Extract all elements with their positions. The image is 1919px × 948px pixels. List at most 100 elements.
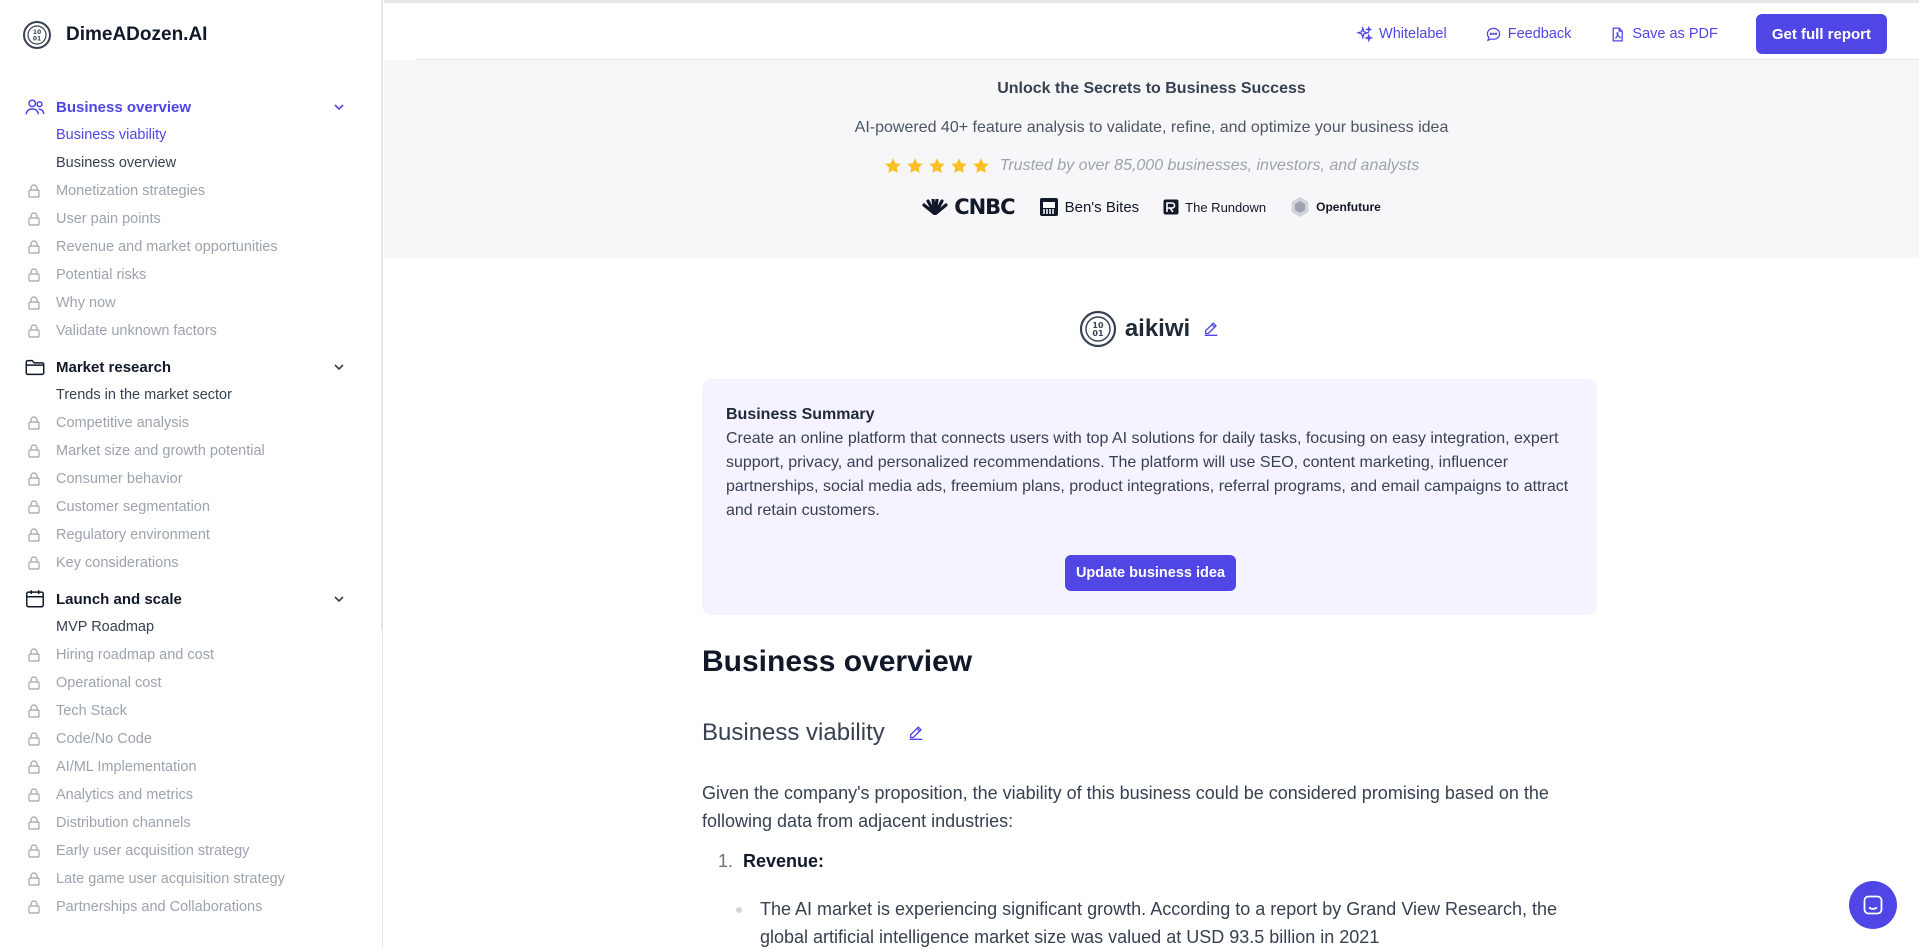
trust-line: Trusted by over 85,000 businesses, inves…: [384, 157, 1919, 175]
get-full-report-button[interactable]: Get full report: [1755, 14, 1887, 54]
sidebar-item-consumer-behavior[interactable]: Consumer behavior: [0, 465, 380, 493]
sparkles-icon: [1356, 25, 1374, 43]
section-title: Business viability: [702, 719, 885, 746]
cnbc-logo: CNBC: [922, 195, 1016, 219]
sidebar-item-label: Code/No Code: [56, 731, 152, 747]
sidebar-scrollbar[interactable]: [381, 0, 382, 630]
lock-icon: [28, 528, 40, 542]
chevron-down-icon[interactable]: [332, 592, 346, 606]
sidebar-item-user-pain-points[interactable]: User pain points: [0, 205, 380, 233]
project-header: 10 01 aikiwi: [702, 310, 1597, 348]
calendar-icon: [24, 588, 46, 610]
logo-label: Openfuture: [1316, 200, 1381, 214]
sidebar-group-label: Launch and scale: [56, 590, 182, 608]
lock-icon: [28, 872, 40, 886]
sidebar-item-competitive-analysis[interactable]: Competitive analysis: [0, 409, 380, 437]
sidebar-item-key-considerations[interactable]: Key considerations: [0, 549, 380, 577]
sidebar-item-label: MVP Roadmap: [56, 619, 155, 635]
top-bar: Whitelabel Feedback Save as PDF Get full…: [384, 0, 1919, 60]
sidebar-nav: Business overview Business viability Bus…: [0, 93, 380, 921]
users-icon: [24, 96, 46, 118]
sidebar-item-tech-stack[interactable]: Tech Stack: [0, 697, 380, 725]
chevron-down-icon[interactable]: [332, 360, 346, 374]
chat-icon: [1863, 895, 1883, 915]
sidebar-item-label: Distribution channels: [56, 815, 191, 831]
sidebar-item-early-user-acquisition[interactable]: Early user acquisition strategy: [0, 837, 380, 865]
sidebar-group-launch-and-scale[interactable]: Launch and scale: [0, 585, 380, 613]
brand[interactable]: 10 01 DimeADozen.AI: [22, 20, 207, 50]
chat-widget-button[interactable]: [1849, 881, 1897, 929]
brand-name: DimeADozen.AI: [66, 24, 208, 45]
sidebar-item-revenue-market-opportunities[interactable]: Revenue and market opportunities: [0, 233, 380, 261]
sidebar-item-validate-unknown-factors[interactable]: Validate unknown factors: [0, 317, 380, 345]
openfuture-icon: [1291, 197, 1309, 217]
sidebar-item-business-overview[interactable]: Business overview: [0, 149, 380, 177]
save-pdf-label: Save as PDF: [1632, 26, 1718, 42]
lock-icon: [28, 704, 40, 718]
lock-icon: [28, 416, 40, 430]
sidebar-item-label: Revenue and market opportunities: [56, 239, 278, 255]
feedback-label: Feedback: [1507, 26, 1572, 42]
sidebar-item-label: Business viability: [56, 127, 167, 143]
sidebar-item-customer-segmentation[interactable]: Customer segmentation: [0, 493, 380, 521]
lock-icon: [28, 184, 40, 198]
sidebar-group-market-research[interactable]: Market research: [0, 353, 380, 381]
whitelabel-button[interactable]: Whitelabel: [1356, 25, 1447, 43]
sidebar-item-analytics-metrics[interactable]: Analytics and metrics: [0, 781, 380, 809]
the-rundown-logo: The Rundown: [1163, 199, 1266, 215]
chevron-down-icon[interactable]: [332, 100, 346, 114]
sidebar-item-hiring-roadmap[interactable]: Hiring roadmap and cost: [0, 641, 380, 669]
sidebar-item-late-game-user-acquisition[interactable]: Late game user acquisition strategy: [0, 865, 380, 893]
sidebar-group-business-overview[interactable]: Business overview: [0, 93, 380, 121]
sidebar-item-ai-ml-implementation[interactable]: AI/ML Implementation: [0, 753, 380, 781]
sidebar-item-mvp-roadmap[interactable]: MVP Roadmap: [0, 613, 380, 641]
sidebar-item-label: Key considerations: [56, 555, 179, 571]
top-actions: Whitelabel Feedback Save as PDF Get full…: [1356, 14, 1887, 54]
sidebar-item-why-now[interactable]: Why now: [0, 289, 380, 317]
svg-text:01: 01: [33, 36, 41, 43]
sidebar-item-partnerships-collaborations[interactable]: Partnerships and Collaborations: [0, 893, 380, 921]
update-business-idea-button[interactable]: Update business idea: [1065, 555, 1236, 591]
sidebar-item-label: Market size and growth potential: [56, 443, 265, 459]
lock-icon: [28, 844, 40, 858]
edit-pencil-icon[interactable]: [907, 724, 925, 742]
edit-pencil-icon[interactable]: [1202, 320, 1220, 338]
lock-icon: [28, 268, 40, 282]
sidebar-item-distribution-channels[interactable]: Distribution channels: [0, 809, 380, 837]
sidebar-item-label: Operational cost: [56, 675, 162, 691]
sidebar-item-monetization-strategies[interactable]: Monetization strategies: [0, 177, 380, 205]
sidebar-item-business-viability[interactable]: Business viability: [0, 121, 380, 149]
logo-label: Ben's Bites: [1064, 198, 1140, 216]
sidebar-item-operational-cost[interactable]: Operational cost: [0, 669, 380, 697]
sidebar-item-label: Consumer behavior: [56, 471, 183, 487]
lock-icon: [28, 556, 40, 570]
feedback-button[interactable]: Feedback: [1485, 26, 1572, 43]
sidebar: 10 01 DimeADozen.AI Business overview Bu…: [0, 0, 383, 948]
sidebar-item-label: Partnerships and Collaborations: [56, 899, 263, 915]
save-pdf-button[interactable]: Save as PDF: [1609, 26, 1718, 43]
bullet-item: The AI market is experiencing significan…: [736, 895, 1580, 948]
sidebar-item-regulatory-environment[interactable]: Regulatory environment: [0, 521, 380, 549]
star-icon: [951, 158, 967, 173]
lock-icon: [28, 760, 40, 774]
lock-icon: [28, 212, 40, 226]
lock-icon: [28, 472, 40, 486]
sidebar-item-label: Business overview: [56, 155, 177, 171]
lock-icon: [28, 900, 40, 914]
sidebar-item-potential-risks[interactable]: Potential risks: [0, 261, 380, 289]
promo-banner: Unlock the Secrets to Business Success A…: [384, 60, 1919, 258]
sidebar-item-code-no-code[interactable]: Code/No Code: [0, 725, 380, 753]
sidebar-item-label: Validate unknown factors: [56, 323, 217, 339]
report-content: 10 01 aikiwi Business Summary Create an …: [702, 258, 1597, 948]
sidebar-item-market-size-growth[interactable]: Market size and growth potential: [0, 437, 380, 465]
sidebar-item-label: Early user acquisition strategy: [56, 843, 250, 859]
lock-icon: [28, 240, 40, 254]
list-number: 1.: [718, 851, 734, 871]
sidebar-item-label: Why now: [56, 295, 116, 311]
rating-stars: [884, 157, 990, 175]
sidebar-item-trends-market-sector[interactable]: Trends in the market sector: [0, 381, 380, 409]
app-root: 10 01 DimeADozen.AI Business overview Bu…: [0, 0, 1919, 948]
sidebar-group-label: Business overview: [56, 98, 192, 116]
lock-icon: [28, 732, 40, 746]
business-summary-card: Business Summary Create an online platfo…: [702, 379, 1597, 615]
